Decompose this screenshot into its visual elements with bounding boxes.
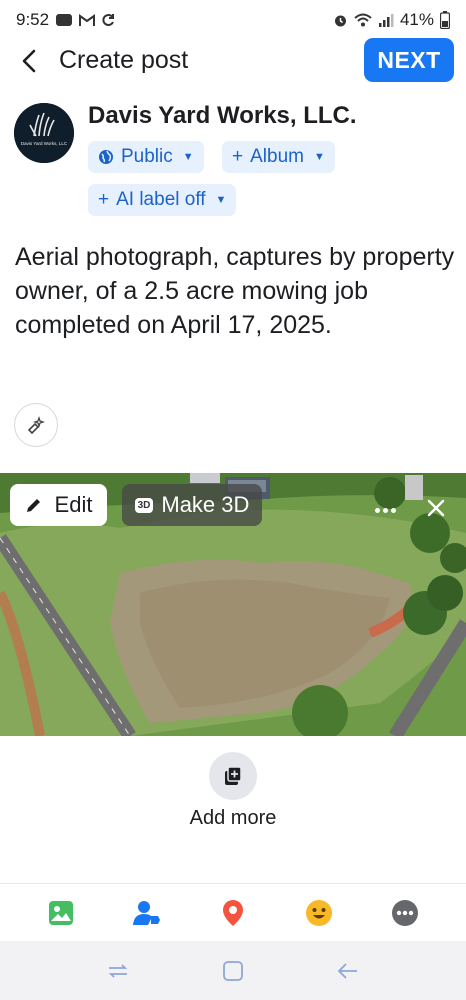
location-button[interactable] <box>218 898 248 928</box>
tag-people-icon <box>133 900 160 925</box>
post-text-input[interactable]: Aerial photograph, captures by property … <box>15 240 455 342</box>
photo-icon <box>49 900 73 925</box>
back-arrow-icon <box>22 49 36 73</box>
3d-badge-icon: 3D <box>134 497 154 513</box>
plus-icon: + <box>232 146 244 167</box>
home-button[interactable] <box>218 956 248 986</box>
add-more-section: Add more <box>0 750 466 840</box>
alarm-icon <box>333 13 348 28</box>
company-logo: Davis Yard Works, LLC <box>14 103 74 163</box>
message-notification-icon <box>55 13 73 27</box>
album-label: Album <box>250 146 304 167</box>
page-title: Create post <box>59 46 189 74</box>
smiley-icon <box>306 899 332 926</box>
edit-photo-button[interactable]: Edit <box>10 484 107 526</box>
back-button[interactable] <box>14 46 44 76</box>
add-more-button[interactable] <box>209 752 257 800</box>
recent-apps-button[interactable] <box>103 956 133 986</box>
post-toolbar <box>0 883 466 941</box>
wifi-icon <box>354 13 372 27</box>
avatar[interactable]: Davis Yard Works, LLC <box>14 103 74 163</box>
chevron-down-icon: ▼ <box>313 151 325 163</box>
gmail-icon <box>79 13 96 27</box>
home-icon <box>223 960 243 981</box>
back-nav-button[interactable] <box>333 956 363 986</box>
add-media-icon <box>225 766 242 785</box>
status-time: 9:52 <box>16 10 50 29</box>
edit-label: Edit <box>54 492 93 517</box>
add-more-label: Add more <box>189 807 277 829</box>
top-bar: Create post NEXT <box>0 38 466 84</box>
author-name: Davis Yard Works, LLC. <box>88 102 357 129</box>
make-3d-label: Make 3D <box>161 492 250 517</box>
feeling-button[interactable] <box>304 898 334 928</box>
more-tools-button[interactable] <box>390 898 420 928</box>
system-navigation-bar <box>0 941 466 1000</box>
audience-selector[interactable]: Public ▼ <box>88 141 204 173</box>
svg-text:Davis Yard Works, LLC: Davis Yard Works, LLC <box>21 141 68 146</box>
battery-percent: 41% <box>399 10 434 29</box>
more-icon <box>392 899 418 926</box>
ai-label-text: AI label off <box>116 189 206 210</box>
location-pin-icon <box>223 899 243 926</box>
chevron-down-icon: ▼ <box>182 151 194 163</box>
tag-people-button[interactable] <box>132 898 162 928</box>
ai-label-selector[interactable]: + AI label off ▼ <box>88 184 237 216</box>
make-3d-button[interactable]: 3D Make 3D <box>122 484 262 526</box>
photo-button[interactable] <box>46 898 76 928</box>
sync-icon <box>101 13 115 27</box>
globe-icon <box>99 150 113 164</box>
remove-photo-button[interactable] <box>422 494 450 522</box>
battery-icon <box>440 11 450 29</box>
pencil-icon <box>26 499 40 512</box>
chevron-down-icon: ▼ <box>215 194 227 206</box>
album-selector[interactable]: + Album ▼ <box>222 141 335 173</box>
sticker-button[interactable] <box>14 403 58 447</box>
audience-label: Public <box>121 146 173 167</box>
more-options-icon[interactable] <box>370 500 400 520</box>
close-icon <box>427 499 445 517</box>
back-nav-icon <box>338 962 358 979</box>
recents-icon <box>108 963 127 978</box>
next-button[interactable]: NEXT <box>364 38 454 82</box>
sparkle-tag-icon <box>27 415 46 435</box>
plus-icon: + <box>98 189 110 210</box>
status-bar: 9:52 41% <box>0 0 466 40</box>
author-section: Davis Yard Works, LLC Davis Yard Works, … <box>14 98 454 228</box>
signal-icon <box>378 13 394 27</box>
